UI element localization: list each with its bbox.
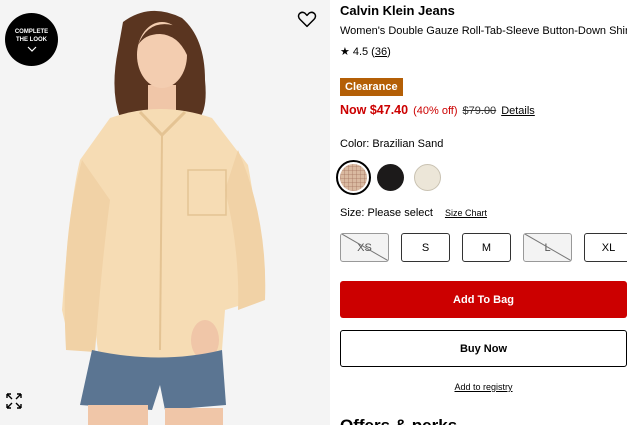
color-swatches: [336, 160, 441, 195]
rating: ★ 4.5 (36): [340, 45, 391, 59]
complete-the-look-label: COMPLETE THE LOOK: [14, 28, 49, 43]
color-swatch-fill: [340, 164, 367, 191]
price-now: Now $47.40: [340, 103, 409, 117]
size-option-m[interactable]: M: [462, 233, 511, 262]
offers-heading: Offers & perks: [340, 416, 457, 425]
size-chart-link[interactable]: Size Chart: [445, 208, 487, 218]
color-label: Color: Brazilian Sand: [340, 138, 444, 150]
size-option-l[interactable]: L: [523, 233, 572, 262]
color-swatch-fill: [377, 164, 404, 191]
size-option-xs[interactable]: XS: [340, 233, 389, 262]
size-option-s[interactable]: S: [401, 233, 450, 262]
size-option-xl[interactable]: XL: [584, 233, 627, 262]
rating-value: 4.5: [352, 45, 369, 58]
chevron-down-icon: [27, 46, 36, 52]
color-swatch-fill: [414, 164, 441, 191]
price-row: Now $47.40 (40% off) $79.00 Details: [340, 103, 535, 117]
product-info-panel: Calvin Klein Jeans Women's Double Gauze …: [336, 0, 627, 425]
buy-now-button[interactable]: Buy Now: [340, 330, 627, 367]
add-to-registry-link[interactable]: Add to registry: [340, 382, 627, 392]
size-label: Size: Please select: [340, 207, 433, 219]
heart-icon[interactable]: [296, 8, 318, 30]
price-details-link[interactable]: Details: [501, 105, 535, 117]
star-icon: ★: [340, 46, 350, 58]
expand-icon[interactable]: [5, 392, 23, 410]
size-label-row: Size: Please select Size Chart: [340, 207, 487, 219]
complete-the-look-button[interactable]: COMPLETE THE LOOK: [5, 13, 58, 66]
product-photo[interactable]: [0, 0, 330, 425]
color-swatch[interactable]: [414, 164, 441, 191]
price-discount: (40% off): [413, 105, 458, 117]
color-swatch[interactable]: [377, 164, 404, 191]
brand-name[interactable]: Calvin Klein Jeans: [340, 3, 455, 18]
clearance-badge: Clearance: [340, 78, 403, 96]
product-image-panel: COMPLETE THE LOOK: [0, 0, 330, 425]
review-count-link[interactable]: 36: [375, 46, 387, 58]
size-options: XS S M L XL: [340, 233, 627, 262]
color-swatch[interactable]: [336, 160, 371, 195]
add-to-bag-button[interactable]: Add To Bag: [340, 281, 627, 318]
product-title: Women's Double Gauze Roll-Tab-Sleeve But…: [340, 25, 627, 37]
price-original: $79.00: [462, 105, 497, 117]
